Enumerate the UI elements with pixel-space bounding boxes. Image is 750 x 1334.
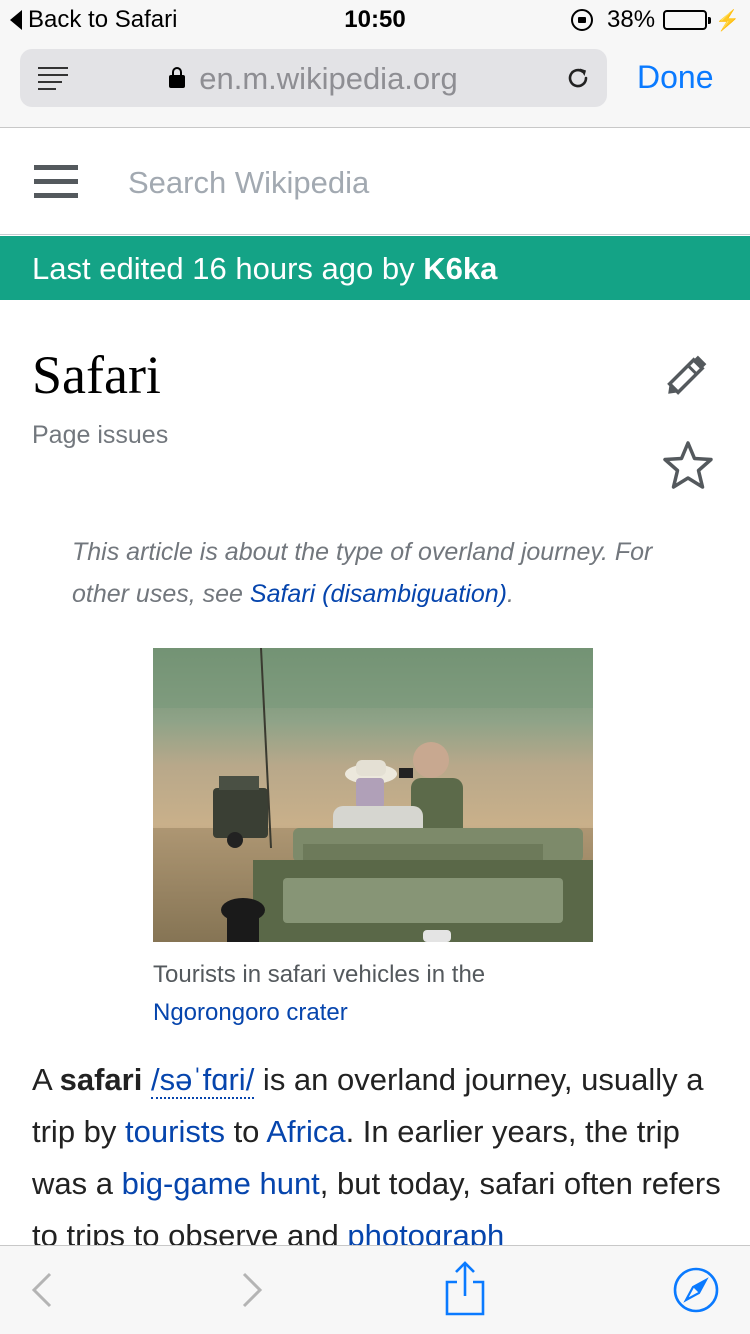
disambiguation-link[interactable]: Safari (disambiguation) bbox=[250, 580, 507, 608]
photo-caption: Tourists in safari vehicles in the Ngoro… bbox=[153, 956, 593, 1032]
last-edited-user[interactable]: K6ka bbox=[423, 251, 497, 286]
hatnote-end: . bbox=[506, 580, 514, 608]
body-text-segment: to bbox=[224, 1114, 267, 1149]
body-text-segment: A bbox=[32, 1062, 60, 1097]
secure-lock-icon bbox=[169, 67, 186, 88]
battery-percent: 38% bbox=[607, 6, 656, 33]
caption-text: Tourists in safari vehicles in the bbox=[153, 961, 486, 988]
chevron-right-icon[interactable] bbox=[226, 1266, 274, 1314]
star-icon[interactable] bbox=[662, 440, 714, 490]
wikipedia-header bbox=[0, 129, 750, 235]
chevron-left-icon[interactable] bbox=[20, 1266, 68, 1314]
status-indicators: 38% ⚡ bbox=[571, 6, 740, 34]
hamburger-menu-icon[interactable] bbox=[34, 165, 78, 199]
share-icon[interactable] bbox=[441, 1260, 489, 1316]
browser-toolbar bbox=[0, 1245, 750, 1334]
tourists-link[interactable]: tourists bbox=[125, 1114, 225, 1149]
last-edited-text: Last edited 16 hours ago by bbox=[32, 251, 424, 286]
url-field[interactable]: en.m.wikipedia.org bbox=[20, 49, 607, 107]
url-display[interactable]: en.m.wikipedia.org bbox=[20, 61, 607, 97]
article-lead-paragraph: A safari /səˈfɑri/ is an overland journe… bbox=[32, 1054, 722, 1262]
pencil-icon[interactable] bbox=[662, 350, 714, 398]
last-edited-banner[interactable]: Last edited 16 hours ago by K6ka bbox=[0, 236, 750, 300]
charging-icon: ⚡ bbox=[715, 9, 740, 32]
safari-vehicle-photo[interactable] bbox=[153, 648, 593, 942]
africa-link[interactable]: Africa bbox=[266, 1114, 345, 1149]
bold-term: safari bbox=[59, 1062, 143, 1097]
battery-icon bbox=[663, 10, 712, 30]
hatnote: This article is about the type of overla… bbox=[72, 531, 692, 615]
browser-address-bar: en.m.wikipedia.org Done bbox=[0, 40, 750, 128]
ipa-pronunciation-link[interactable]: /səˈfɑri/ bbox=[150, 1062, 255, 1099]
big-game-hunt-link[interactable]: big-game hunt bbox=[122, 1166, 320, 1201]
orientation-lock-icon bbox=[571, 9, 594, 31]
search-wikipedia-input[interactable] bbox=[128, 161, 708, 205]
compass-icon[interactable] bbox=[672, 1266, 720, 1314]
photo-illustration bbox=[153, 648, 593, 942]
ngorongoro-link[interactable]: Ngorongoro crater bbox=[153, 999, 348, 1026]
page-issues-link[interactable]: Page issues bbox=[32, 421, 168, 450]
done-button[interactable]: Done bbox=[637, 59, 714, 96]
url-text: en.m.wikipedia.org bbox=[199, 61, 458, 96]
body-text-segment bbox=[142, 1062, 151, 1097]
page-title: Safari bbox=[32, 345, 161, 405]
reload-icon[interactable] bbox=[565, 65, 591, 91]
status-bar: Back to Safari 10:50 38% ⚡ bbox=[0, 0, 750, 40]
